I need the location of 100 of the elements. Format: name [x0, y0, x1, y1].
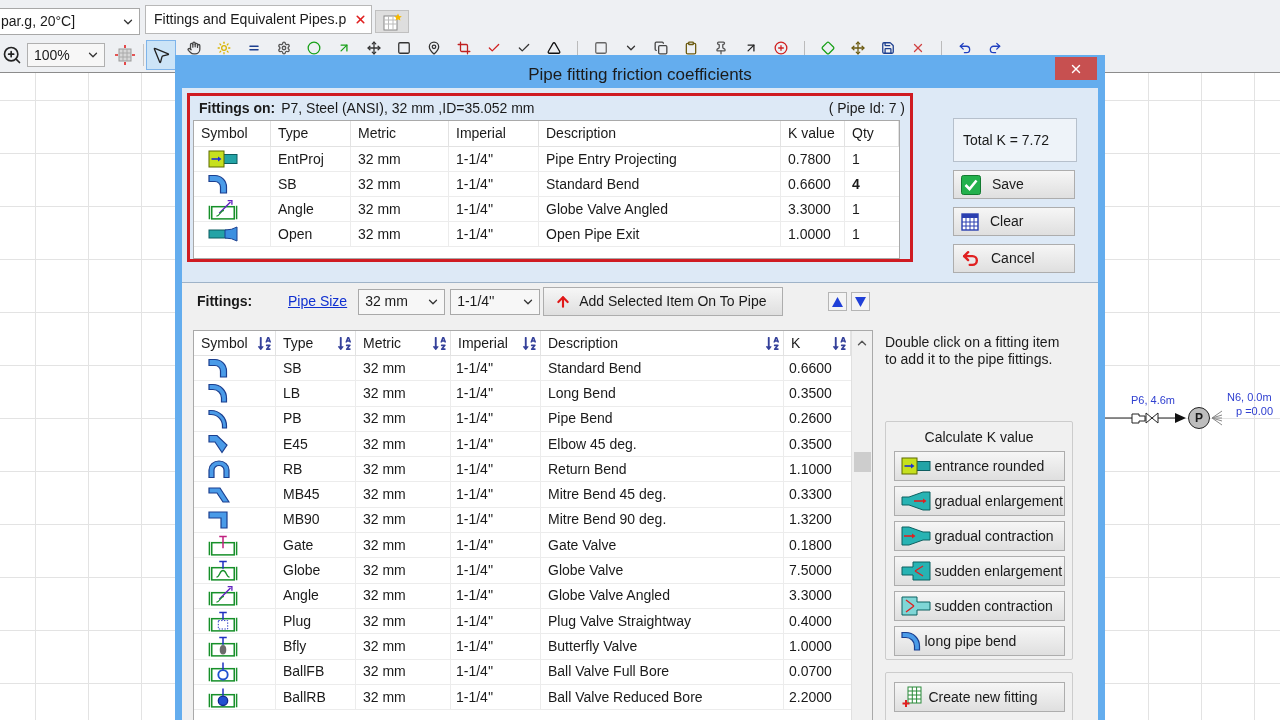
node-label: N6, 0.0m	[1227, 390, 1272, 405]
column-header[interactable]: Symbol	[194, 121, 271, 147]
copy-icon[interactable]	[654, 41, 668, 55]
check-icon[interactable]	[517, 41, 531, 55]
imperial-size: 1-1/4''	[451, 583, 541, 609]
calculate-button[interactable]: gradual enlargement	[893, 486, 1065, 516]
move-icon[interactable]	[367, 41, 381, 55]
column-header[interactable]: Metric	[356, 331, 451, 356]
k-value: 0.7800	[781, 147, 845, 172]
sort-icon[interactable]	[337, 335, 352, 351]
spray-icon	[1211, 410, 1223, 426]
gear-icon[interactable]	[277, 41, 291, 55]
valve-icon	[208, 661, 238, 683]
metric-size-select[interactable]: 32 mm	[358, 288, 446, 315]
save-icon[interactable]	[881, 41, 895, 55]
square-icon[interactable]	[397, 41, 411, 55]
fitting-type: Gate	[276, 533, 356, 559]
imperial-size-select[interactable]: 1-1/4''	[450, 288, 541, 315]
sort-icon[interactable]	[522, 335, 537, 351]
column-header[interactable]: Metric	[351, 121, 449, 147]
triangle-down-icon	[855, 296, 867, 307]
create-fitting-button[interactable]: Create new fitting	[893, 682, 1065, 712]
quantity[interactable]: 1	[845, 222, 899, 247]
calculate-button[interactable]: sudden enlargement	[893, 556, 1065, 586]
cross-icon[interactable]	[911, 41, 925, 55]
sort-icon[interactable]	[257, 335, 272, 351]
mitre-bend-icon	[208, 486, 230, 503]
pipe-info: P7, Steel (ANSI), 32 mm ,ID=35.052 mm	[281, 98, 535, 118]
document-tab[interactable]: Fittings and Equivalent Pipes.p	[145, 5, 373, 34]
column-header[interactable]: Type	[271, 121, 351, 147]
column-header[interactable]: Symbol	[194, 331, 276, 356]
zoom-in-icon[interactable]	[2, 45, 22, 65]
fitting-type: Plug	[276, 608, 356, 635]
clear-button[interactable]: Clear	[953, 207, 1075, 236]
column-header[interactable]: Description	[539, 121, 781, 147]
calculate-button[interactable]: gradual contraction	[893, 521, 1065, 551]
calculate-button[interactable]: sudden contraction	[893, 591, 1065, 621]
quantity[interactable]: 1	[845, 147, 899, 172]
metric-size: 32 mm	[356, 608, 451, 635]
imperial-size: 1-1/4''	[451, 457, 541, 483]
scrollbar-thumb[interactable]	[853, 452, 871, 472]
pin-icon[interactable]	[714, 41, 728, 55]
pipe-size-link[interactable]: Pipe Size	[288, 291, 348, 312]
fitting-type: MB45	[276, 482, 356, 508]
move-down-button[interactable]	[851, 292, 871, 311]
checkmark-icon	[961, 174, 981, 195]
fitting-description: Pipe Bend	[541, 406, 784, 432]
map-pin-icon[interactable]	[427, 41, 441, 55]
zoom-dropdown[interactable]: 100%	[27, 43, 105, 67]
save-button[interactable]: Save	[953, 170, 1075, 199]
imperial-size: 1-1/4''	[451, 356, 541, 382]
group-title: Calculate K value	[924, 428, 1034, 446]
fitting-description: Open Pipe Exit	[539, 222, 781, 247]
pipe-bend-icon	[208, 408, 228, 429]
calculate-button[interactable]: entrance rounded	[893, 451, 1065, 481]
fitting-icon	[1131, 413, 1146, 424]
crop-icon[interactable]	[457, 41, 471, 55]
hand-icon[interactable]	[187, 41, 201, 55]
move-icon[interactable]	[851, 41, 865, 55]
redo-icon[interactable]	[988, 41, 1002, 55]
plus-circle-icon[interactable]	[774, 41, 788, 55]
column-header[interactable]: Qty	[845, 121, 899, 147]
clipboard-icon[interactable]	[684, 41, 698, 55]
imperial-size: 1-1/4''	[449, 222, 539, 247]
quantity[interactable]: 1	[845, 197, 899, 222]
column-header[interactable]: K value	[781, 121, 845, 147]
circle-icon[interactable]	[307, 41, 321, 55]
valve-icon	[208, 686, 238, 708]
fitting-type: MB90	[276, 507, 356, 534]
pointer-tool-button[interactable]	[146, 40, 176, 70]
column-header[interactable]: Imperial	[451, 331, 541, 356]
check-icon[interactable]	[487, 41, 501, 55]
metric-size: 32 mm	[356, 482, 451, 508]
column-header[interactable]: Description	[541, 331, 784, 356]
cancel-button[interactable]: Cancel	[953, 244, 1075, 273]
imperial-size: 1-1/4''	[451, 684, 541, 711]
pointer-icon	[151, 45, 171, 65]
undo-icon[interactable]	[958, 41, 972, 55]
move-up-button[interactable]	[828, 292, 848, 311]
add-to-pipe-button[interactable]: Add Selected Item On To Pipe	[543, 287, 784, 316]
quantity[interactable]: 4	[845, 172, 899, 197]
unit-dropdown[interactable]: par.g, 20°C]	[0, 8, 140, 35]
calculate-button[interactable]: long pipe bend	[893, 626, 1065, 656]
triangle-icon[interactable]	[547, 41, 561, 55]
dialog-title: Pipe fitting friction coefficients	[528, 63, 752, 86]
fitting-type: BallRB	[276, 684, 356, 711]
column-header[interactable]: Imperial	[449, 121, 539, 147]
square-icon[interactable]	[594, 41, 608, 55]
fitting-type: SB	[276, 356, 356, 382]
sort-icon[interactable]	[765, 335, 780, 351]
sort-icon[interactable]	[832, 335, 847, 351]
sort-icon[interactable]	[432, 335, 447, 351]
fitting-type: BallFB	[276, 659, 356, 685]
diamond-icon[interactable]	[821, 41, 835, 55]
metric-size: 32 mm	[351, 197, 449, 222]
table-plus-icon	[900, 686, 923, 708]
column-header[interactable]: Type	[276, 331, 356, 356]
grid-frame-icon[interactable]	[115, 45, 135, 65]
fitting-type: RB	[276, 457, 356, 483]
metric-size: 32 mm	[356, 659, 451, 685]
